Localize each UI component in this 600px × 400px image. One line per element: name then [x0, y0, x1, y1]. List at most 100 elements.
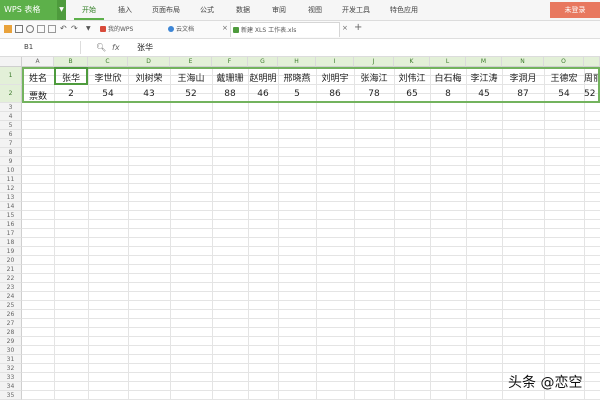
- row-header[interactable]: 3: [0, 103, 22, 112]
- column-header-k[interactable]: K: [394, 57, 430, 67]
- fx-icon[interactable]: fx: [112, 42, 120, 53]
- grid-line: [544, 67, 545, 400]
- tab-start[interactable]: 开始: [74, 0, 104, 20]
- select-all-corner[interactable]: [0, 57, 22, 67]
- app-name: WPS 表格: [4, 5, 41, 14]
- active-cell-cursor: [54, 67, 88, 85]
- row-header[interactable]: 21: [0, 265, 22, 274]
- grid-line: [584, 67, 585, 400]
- tab-formulas[interactable]: 公式: [192, 0, 222, 20]
- column-header-j[interactable]: J: [354, 57, 394, 67]
- undo-icon[interactable]: ↶: [60, 25, 68, 33]
- grid-line: [54, 67, 55, 400]
- magnifier-icon[interactable]: 🔍︎: [96, 42, 106, 53]
- doc-tab-label: 我的WPS: [108, 26, 134, 33]
- column-header-f[interactable]: F: [212, 57, 248, 67]
- tab-data[interactable]: 数据: [228, 0, 258, 20]
- column-header-h[interactable]: H: [278, 57, 316, 67]
- sheet-grid[interactable]: [22, 67, 600, 400]
- row-header[interactable]: 27: [0, 319, 22, 328]
- grid-line: [278, 67, 279, 400]
- formula-input[interactable]: 张华: [137, 42, 153, 53]
- chevron-down-icon[interactable]: ▼: [57, 0, 66, 20]
- open-folder-icon[interactable]: [4, 25, 12, 33]
- grid-line: [466, 67, 467, 400]
- column-header-a[interactable]: A: [22, 57, 54, 67]
- login-button[interactable]: 未登录: [550, 2, 600, 18]
- tab-page-layout[interactable]: 页面布局: [146, 0, 186, 20]
- row-header[interactable]: 32: [0, 364, 22, 373]
- sheet-icon: [233, 27, 239, 33]
- print-preview-icon[interactable]: [37, 25, 45, 33]
- column-header-o[interactable]: O: [544, 57, 584, 67]
- column-header-l[interactable]: L: [430, 57, 466, 67]
- row-header[interactable]: 10: [0, 166, 22, 175]
- save-icon[interactable]: [15, 25, 23, 33]
- wps-logo-icon: [100, 26, 106, 32]
- column-header-g[interactable]: G: [248, 57, 278, 67]
- row-header[interactable]: 16: [0, 220, 22, 229]
- tab-insert[interactable]: 插入: [110, 0, 140, 20]
- format-painter-icon[interactable]: [48, 25, 56, 33]
- row-header[interactable]: 15: [0, 211, 22, 220]
- new-tab-plus-icon[interactable]: +: [354, 22, 362, 33]
- row-header[interactable]: 30: [0, 346, 22, 355]
- row-header[interactable]: 34: [0, 382, 22, 391]
- row-header[interactable]: 20: [0, 256, 22, 265]
- row-header[interactable]: 9: [0, 157, 22, 166]
- row-header[interactable]: 23: [0, 283, 22, 292]
- row-header[interactable]: 8: [0, 148, 22, 157]
- row-header[interactable]: 7: [0, 139, 22, 148]
- tab-review[interactable]: 审阅: [264, 0, 294, 20]
- close-icon[interactable]: ×: [222, 24, 228, 32]
- doc-tab-my-wps[interactable]: 我的WPS: [98, 22, 164, 37]
- column-header-c[interactable]: C: [88, 57, 128, 67]
- cloud-icon: [168, 26, 174, 32]
- print-icon[interactable]: [26, 25, 34, 33]
- row-header[interactable]: 28: [0, 328, 22, 337]
- grid-line: [128, 67, 129, 400]
- column-header-b[interactable]: B: [54, 57, 88, 67]
- doc-tab-cloud[interactable]: 云文档: [166, 22, 226, 37]
- row-header[interactable]: 26: [0, 310, 22, 319]
- column-header-i[interactable]: I: [316, 57, 354, 67]
- name-box[interactable]: B1: [24, 42, 78, 53]
- row-header[interactable]: 35: [0, 391, 22, 400]
- row-header[interactable]: 4: [0, 112, 22, 121]
- row-header[interactable]: 31: [0, 355, 22, 364]
- close-icon[interactable]: ×: [342, 24, 348, 32]
- column-header-d[interactable]: D: [128, 57, 170, 67]
- row-header[interactable]: 14: [0, 202, 22, 211]
- doc-tab-workbook[interactable]: 新建 XLS 工作表.xls: [230, 22, 340, 37]
- row-header[interactable]: 6: [0, 130, 22, 139]
- row-header[interactable]: 33: [0, 373, 22, 382]
- row-header[interactable]: 11: [0, 175, 22, 184]
- customize-arrow-icon[interactable]: ▼: [86, 25, 94, 33]
- row-header[interactable]: 19: [0, 247, 22, 256]
- row-header[interactable]: 22: [0, 274, 22, 283]
- app-menu-button[interactable]: WPS 表格 ▼: [0, 0, 66, 20]
- column-header-m[interactable]: M: [466, 57, 502, 67]
- column-header-n[interactable]: N: [502, 57, 544, 67]
- column-header-e[interactable]: E: [170, 57, 212, 67]
- divider: [80, 41, 81, 54]
- row-header[interactable]: 5: [0, 121, 22, 130]
- row-header[interactable]: 12: [0, 184, 22, 193]
- document-tab-bar: ↶ ↷ ▼ 我的WPS 云文档 × 新建 XLS 工作表.xls × +: [0, 21, 600, 39]
- row-header-2[interactable]: 2: [0, 85, 22, 103]
- doc-tab-label: 新建 XLS 工作表.xls: [241, 27, 297, 34]
- menu-bar: WPS 表格 ▼ 开始 插入 页面布局 公式 数据 审阅 视图 开发工具 特色应…: [0, 0, 600, 21]
- row-header-1[interactable]: 1: [0, 67, 22, 85]
- row-header[interactable]: 24: [0, 292, 22, 301]
- redo-icon[interactable]: ↷: [71, 25, 79, 33]
- tab-view[interactable]: 视图: [300, 0, 330, 20]
- row-header[interactable]: 29: [0, 337, 22, 346]
- row-header[interactable]: 17: [0, 229, 22, 238]
- grid-line: [248, 67, 249, 400]
- column-header-p[interactable]: [584, 57, 600, 67]
- row-header[interactable]: 18: [0, 238, 22, 247]
- tab-developer[interactable]: 开发工具: [336, 0, 376, 20]
- tab-special[interactable]: 特色应用: [382, 0, 426, 20]
- row-header[interactable]: 25: [0, 301, 22, 310]
- row-header[interactable]: 13: [0, 193, 22, 202]
